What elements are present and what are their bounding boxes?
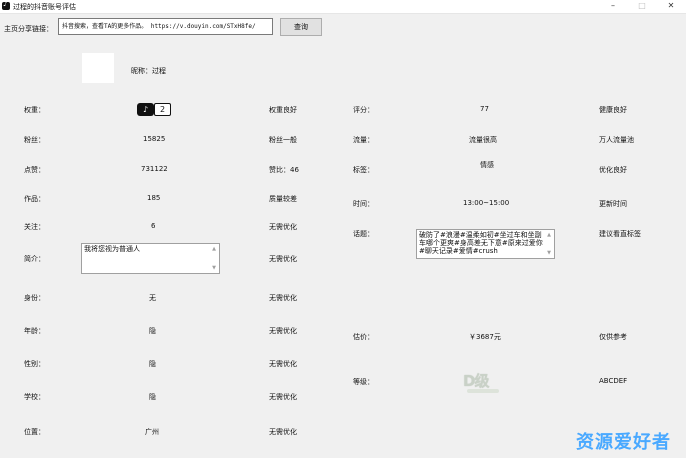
weight-label: 权重：: [24, 106, 45, 114]
scroll-up-icon[interactable]: ▲: [545, 231, 553, 239]
location-label: 位置：: [24, 428, 45, 436]
age-label: 年龄：: [24, 327, 45, 335]
time-label: 时间：: [353, 200, 374, 208]
watermark: 资源爱好者: [576, 432, 671, 453]
valuation-label: 估价：: [353, 333, 374, 341]
bio-value: 我将您视为普通人: [84, 245, 140, 253]
tiktok-app-icon: [2, 0, 10, 10]
valuation-status: 仅供参考: [599, 333, 627, 341]
gender-status: 无需优化: [269, 360, 297, 368]
bio-textbox[interactable]: 我将您视为普通人 ▲ ▼: [81, 243, 220, 274]
topic-status: 建议看直标签: [599, 230, 641, 238]
age-value: 隐: [149, 327, 156, 335]
tag-value: 情感: [480, 161, 494, 169]
weight-badge: ♪ 2: [137, 103, 171, 116]
location-status: 无需优化: [269, 428, 297, 436]
topic-textbox[interactable]: 破防了#浪漫#温柔如初#坐过车和坐副车哪个更爽#身高差无下意#原来过爱你#聊天记…: [416, 229, 555, 259]
grade-badge: D级: [463, 370, 503, 398]
bio-status: 无需优化: [269, 255, 297, 263]
location-value: 广州: [145, 428, 159, 436]
age-status: 无需优化: [269, 327, 297, 335]
window-title: 过程的抖音账号评估: [13, 3, 76, 11]
identity-value: 无: [149, 294, 156, 302]
close-button[interactable]: ✕: [657, 0, 685, 13]
topic-label: 话题：: [353, 230, 374, 238]
traffic-label: 流量：: [353, 136, 374, 144]
title-bar: 过程的抖音账号评估 – □ ✕: [0, 0, 686, 14]
following-value: 6: [151, 222, 156, 230]
minimize-button[interactable]: –: [599, 0, 627, 13]
bio-label: 简介：: [24, 255, 45, 263]
scroll-down-icon[interactable]: ▼: [545, 249, 553, 257]
valuation-value: ￥3687元: [469, 333, 501, 341]
scroll-up-icon[interactable]: ▲: [210, 245, 218, 253]
fans-value: 15825: [143, 135, 166, 143]
identity-status: 无需优化: [269, 294, 297, 302]
works-label: 作品：: [24, 195, 45, 203]
time-status: 更新时间: [599, 200, 627, 208]
likes-value: 731122: [141, 165, 168, 173]
grade-underline: [467, 389, 499, 393]
grade-value: D级: [463, 372, 489, 390]
nickname-label: 昵称：过程: [131, 67, 166, 75]
school-status: 无需优化: [269, 393, 297, 401]
identity-label: 身份：: [24, 294, 45, 302]
like-ratio-status: 赞比：46: [269, 166, 299, 174]
likes-label: 点赞：: [24, 166, 45, 174]
url-input[interactable]: 抖音搜索，查看TA的更多作品。 https://v.douyin.com/STx…: [58, 18, 273, 35]
works-value: 185: [147, 194, 161, 202]
weight-level: 2: [154, 103, 171, 116]
gender-label: 性别：: [24, 360, 45, 368]
following-status: 无需优化: [269, 223, 297, 231]
score-status: 健康良好: [599, 106, 627, 114]
score-label: 评分：: [353, 106, 374, 114]
tag-label: 标签：: [353, 166, 374, 174]
topic-value: 破防了#浪漫#温柔如初#坐过车和坐副车哪个更爽#身高差无下意#原来过爱你#聊天记…: [419, 231, 543, 255]
traffic-status: 万人流量池: [599, 136, 634, 144]
maximize-button[interactable]: □: [628, 0, 656, 13]
tiktok-icon: ♪: [137, 103, 154, 116]
grade-label: 等级：: [353, 378, 374, 386]
school-value: 隐: [149, 393, 156, 401]
scroll-down-icon[interactable]: ▼: [210, 264, 218, 272]
gender-value: 隐: [149, 360, 156, 368]
time-value: 13:00~15:00: [463, 199, 510, 207]
following-label: 关注：: [24, 223, 45, 231]
traffic-value: 流量很高: [469, 136, 497, 144]
fans-status: 粉丝一般: [269, 136, 297, 144]
tag-status: 优化良好: [599, 166, 627, 174]
school-label: 学校：: [24, 393, 45, 401]
weight-status: 权重良好: [269, 106, 297, 114]
score-value: 77: [480, 105, 489, 113]
avatar: [82, 53, 114, 83]
url-label: 主页分享链接：: [4, 25, 53, 33]
grade-scale: ABCDEF: [599, 377, 628, 385]
query-button[interactable]: 查询: [280, 18, 322, 36]
fans-label: 粉丝：: [24, 136, 45, 144]
works-status: 质量较差: [269, 195, 297, 203]
